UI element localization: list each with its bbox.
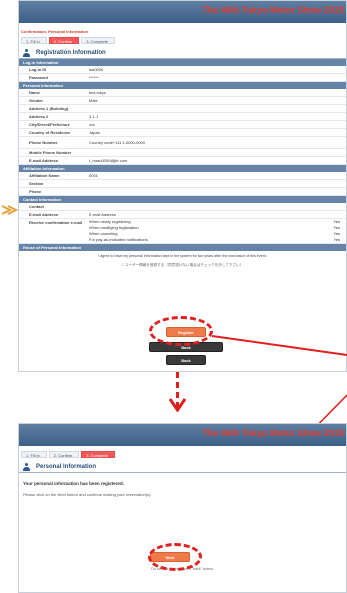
row-label: Phone bbox=[29, 189, 42, 194]
row-label: Contact bbox=[29, 204, 44, 209]
affiliation-header: Affiliation Information bbox=[19, 165, 346, 172]
table-row: Mobile Phone Number bbox=[19, 149, 346, 157]
row-label: Address 1 (Building) bbox=[29, 106, 69, 111]
table-row: Address 1 (Building) bbox=[19, 105, 346, 113]
event-title: The 46th Tokyo Motor Show 2019 bbox=[202, 428, 344, 438]
row-label: Log-in ID bbox=[29, 67, 47, 72]
row-label: Name bbox=[29, 90, 40, 95]
table-row: Affiliation Name 0001 bbox=[19, 172, 346, 180]
step-complete: 3. Complete bbox=[81, 450, 115, 458]
event-banner: The 46th Tokyo Motor Show 2019 bbox=[19, 424, 346, 446]
section-title: Personal Information bbox=[19, 461, 346, 473]
table-row: Address 2 3-1-1 bbox=[19, 113, 346, 121]
personal-header: Personal Information bbox=[19, 82, 346, 89]
row-label: Receive confirmation e-mail bbox=[29, 220, 83, 225]
section-title-text: Registration Information bbox=[36, 49, 106, 56]
next-highlight bbox=[148, 543, 202, 571]
row-label: Section bbox=[29, 181, 44, 186]
row-label: E-mail Address bbox=[29, 158, 58, 163]
table-row: Password ****** bbox=[19, 74, 346, 82]
event-banner: The 46th Tokyo Motor Show 2019 bbox=[19, 1, 346, 23]
row-value: E-mail Address bbox=[89, 212, 116, 217]
row-value: xxx bbox=[89, 122, 95, 127]
row-label: Mobile Phone Number bbox=[29, 150, 72, 155]
row-value: 3-1-1 bbox=[89, 114, 99, 119]
register-highlight bbox=[149, 316, 213, 346]
table-row: Gender Male bbox=[19, 97, 346, 105]
arrow-down-icon bbox=[169, 398, 186, 412]
table-row: Contact bbox=[19, 203, 346, 211]
row-label: Affiliation Name bbox=[29, 173, 60, 178]
event-title: The 46th Tokyo Motor Show 2019 bbox=[202, 5, 344, 15]
row-label: Address 2 bbox=[29, 114, 49, 119]
step-fill-in: 1. Fill in bbox=[21, 450, 47, 458]
step-confirm: 2. Confirm bbox=[48, 36, 80, 44]
row-value: t_maru0000@jtb.com bbox=[89, 158, 128, 163]
table-row: E-mail Address E-mail Address bbox=[19, 211, 346, 219]
table-row: E-mail Address t_maru0000@jtb.com bbox=[19, 157, 346, 165]
row-value: Japan bbox=[89, 130, 100, 135]
row-value: 0001 bbox=[89, 173, 98, 178]
table-row: Receive confirmation e-mail When newly r… bbox=[19, 219, 346, 244]
row-label: Country of Residence bbox=[29, 130, 71, 135]
step-fill-in: 1. Fill in bbox=[21, 36, 47, 44]
option-value: Yes bbox=[333, 237, 340, 242]
login-header: Log-in Information bbox=[19, 59, 346, 66]
step-confirm: 2. Confirm bbox=[48, 450, 80, 458]
list-item: For pay-as-indicated notifications Yes bbox=[89, 237, 346, 243]
person-icon bbox=[23, 462, 30, 471]
row-value: Country code+111 1-0000-0000 bbox=[89, 140, 146, 145]
breadcrumb: Confirmation, Personal Information bbox=[21, 29, 89, 34]
row-value: tms tokyo bbox=[89, 90, 107, 95]
table-row: Name tms tokyo bbox=[19, 89, 346, 97]
table-row: City/Direct/Prefecture xxx bbox=[19, 121, 346, 129]
table-row: Log-in ID tse0000 bbox=[19, 66, 346, 74]
section-title: Registration Information bbox=[19, 47, 346, 59]
row-label: Gender bbox=[29, 98, 44, 103]
section-title-text: Personal Information bbox=[36, 463, 97, 470]
row-label: Phone Number bbox=[29, 140, 58, 145]
contact-header: Contact Information bbox=[19, 196, 346, 203]
step-indicator: 1. Fill in 2. Confirm 3. Complete bbox=[19, 36, 346, 44]
table-row: Section bbox=[19, 180, 346, 188]
terms-text: I agree to have my personal information … bbox=[98, 254, 267, 258]
row-label: Password bbox=[29, 75, 48, 80]
person-icon bbox=[23, 48, 30, 57]
table-row: Phone Number Country code+111 1-0000-0000 bbox=[19, 137, 346, 149]
table-row: Country of Residence Japan bbox=[19, 129, 346, 137]
row-label: City/Direct/Prefecture bbox=[29, 122, 70, 127]
instruction-text: Please click on the Next button and cont… bbox=[23, 492, 152, 497]
arrow-right-icon bbox=[1, 205, 18, 215]
row-value: Male bbox=[89, 98, 98, 103]
cancel-button[interactable]: Back bbox=[166, 355, 206, 365]
row-value: ****** bbox=[89, 75, 99, 80]
row-label: E-mail Address bbox=[29, 212, 58, 217]
consent-checkbox[interactable]: □ ユーザー情報を登録する（同意頂けない場合はチェックを外して下さい） bbox=[19, 261, 346, 268]
option-label: For pay-as-indicated notifications bbox=[89, 237, 148, 242]
step-indicator: 1. Fill in 2. Confirm 3. Complete bbox=[19, 450, 346, 458]
table-row: Phone bbox=[19, 188, 346, 196]
step-complete: 3. Complete bbox=[81, 36, 115, 44]
row-value: tse0000 bbox=[89, 67, 104, 72]
success-message: Your personal information has been regis… bbox=[23, 481, 124, 486]
reuse-header: Reuse of Personal Information bbox=[19, 244, 346, 251]
receive-options: When newly registering Yes When modifying… bbox=[89, 219, 346, 243]
